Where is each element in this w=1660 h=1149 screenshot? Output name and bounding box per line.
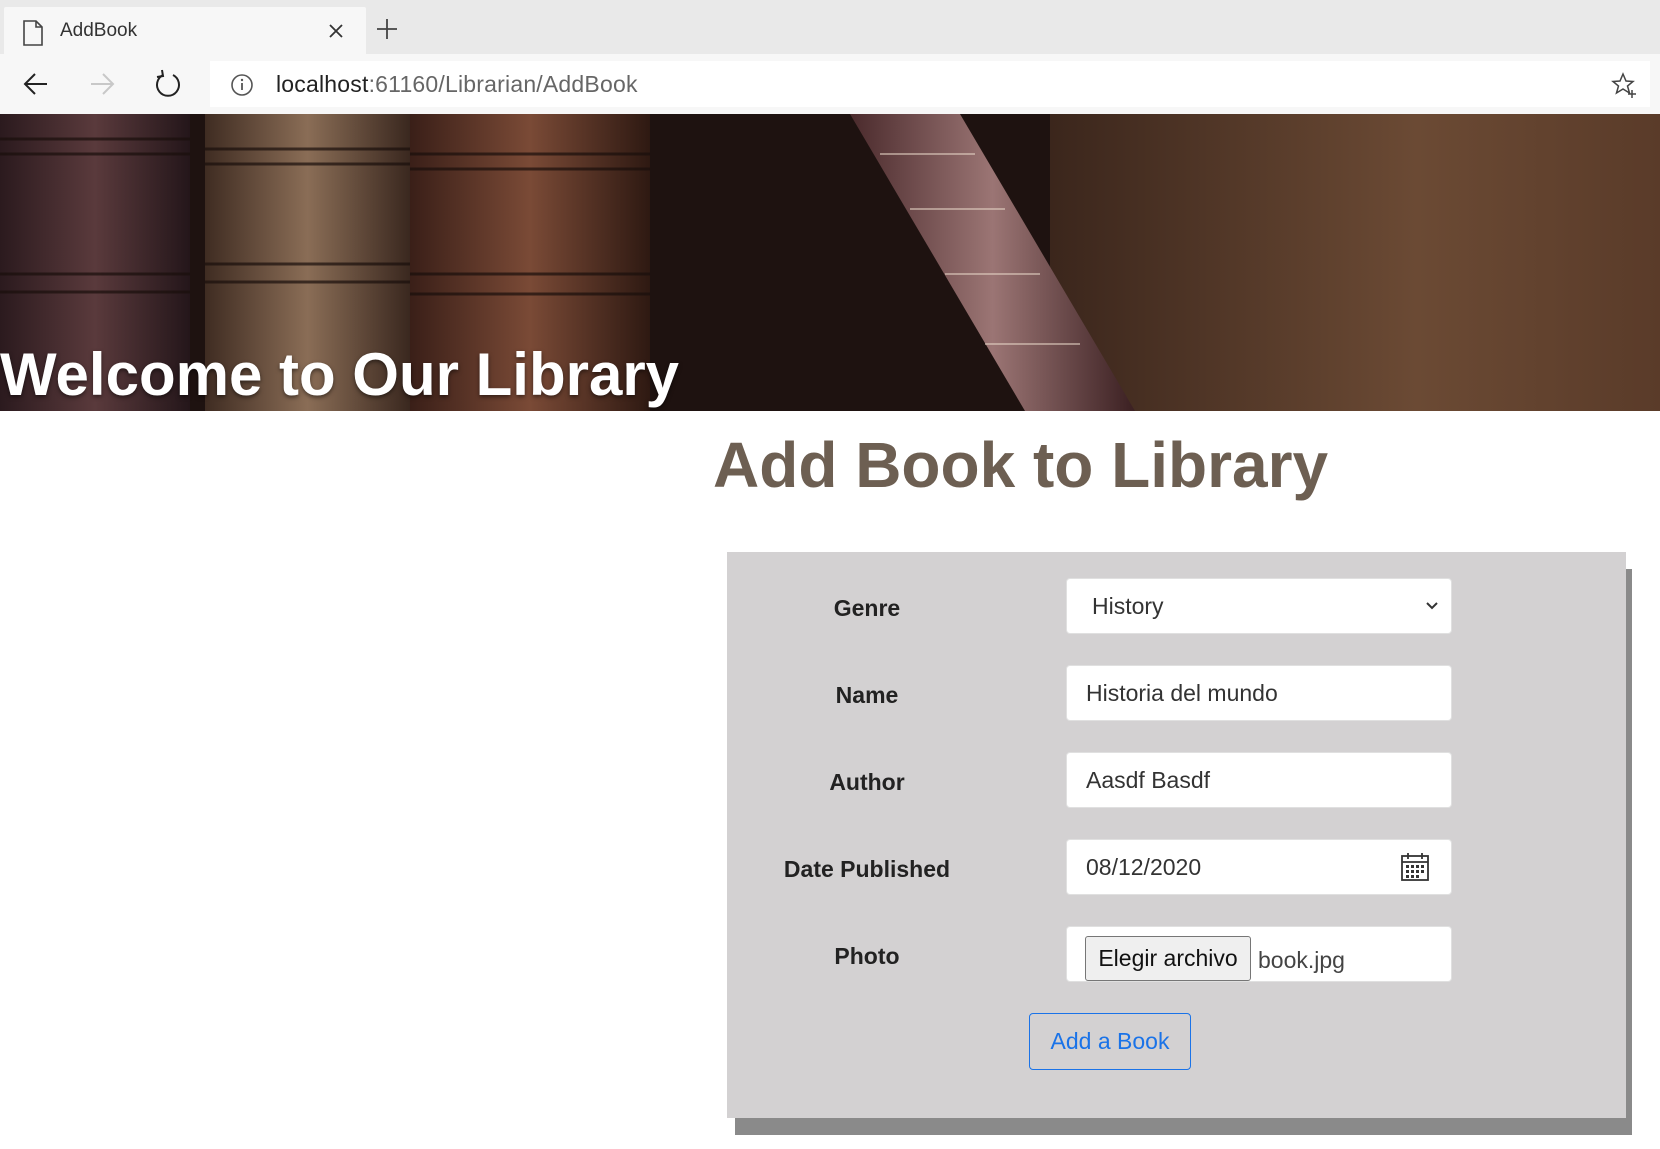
forward-arrow-icon[interactable]	[86, 68, 118, 100]
author-label: Author	[829, 769, 905, 795]
date-published-label: Date Published	[783, 856, 951, 882]
name-field-value: Historia del mundo	[1086, 680, 1278, 706]
hero-banner: Welcome to Our Library	[0, 114, 1660, 411]
url-input[interactable]: localhost:61160/Librarian/AddBook	[210, 61, 1650, 107]
banner-title: Welcome to Our Library	[0, 341, 680, 408]
page-icon	[23, 20, 43, 46]
author-field-value: Aasdf Basdf	[1086, 767, 1211, 793]
add-book-button[interactable]: Add a Book	[1029, 1013, 1191, 1070]
choose-file-button[interactable]: Elegir archivo	[1085, 936, 1251, 981]
reload-icon[interactable]	[152, 68, 184, 100]
browser-tab[interactable]: AddBook	[4, 7, 366, 54]
genre-selected-value: History	[1092, 593, 1164, 619]
back-arrow-icon[interactable]	[20, 68, 52, 100]
selected-file-name: book.jpg	[1258, 947, 1345, 973]
genre-label: Genre	[833, 595, 901, 621]
close-icon[interactable]	[322, 17, 350, 45]
page-title: Add Book to Library	[713, 429, 1329, 501]
photo-file-input[interactable]: Elegir archivo book.jpg	[1066, 926, 1452, 982]
address-bar-row: localhost:61160/Librarian/AddBook	[0, 54, 1660, 114]
author-field[interactable]: Aasdf Basdf	[1066, 752, 1452, 808]
genre-select[interactable]: History	[1066, 578, 1452, 634]
tab-strip: AddBook	[0, 0, 1660, 54]
date-published-value: 08/12/2020	[1086, 854, 1202, 880]
info-icon[interactable]	[230, 73, 254, 97]
calendar-icon[interactable]	[1399, 851, 1431, 883]
add-book-form: Genre History Name Historia del mundo Au…	[727, 552, 1626, 1118]
plus-icon[interactable]	[374, 16, 400, 42]
name-field[interactable]: Historia del mundo	[1066, 665, 1452, 721]
name-label: Name	[835, 682, 899, 708]
photo-label: Photo	[834, 943, 900, 969]
date-published-field[interactable]: 08/12/2020	[1066, 839, 1452, 895]
favorite-star-icon[interactable]	[1610, 71, 1638, 99]
tab-title: AddBook	[60, 20, 138, 41]
chevron-down-icon	[1426, 602, 1438, 610]
url-text: localhost:61160/Librarian/AddBook	[276, 71, 638, 97]
